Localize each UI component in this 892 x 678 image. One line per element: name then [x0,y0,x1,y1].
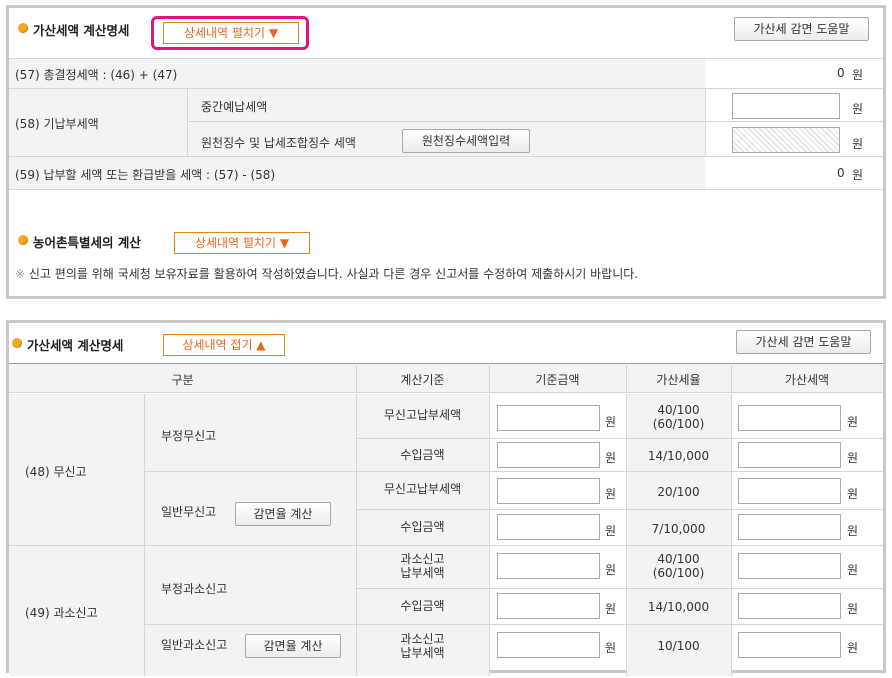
basis-cell: 무신고납부세액 [383,482,462,496]
penalty-amount-input[interactable] [738,442,841,468]
collapse-details-button[interactable]: 상세내역 접기 ▲ [163,334,285,356]
bullet-icon [18,23,28,33]
basis-cell: 수입금액 [400,520,445,534]
basis-cell: 수입금액 [400,448,445,462]
basis-cell: 수입금액 [400,599,445,613]
rural-tax-title: 농어촌특별세의 계산 [33,235,141,250]
header-penalty-amount: 가산세액 [784,373,830,387]
bullet-icon [18,235,28,245]
section-title: 가산세액 계산명세 [27,338,124,353]
withholding-tax-input-button[interactable]: 원천징수세액입력 [402,129,530,153]
general-no-report-label: 일반무신고 [161,505,217,519]
group-49-label: (49) 과소신고 [25,606,98,620]
won-unit: 원 [605,602,617,616]
bullet-icon [12,338,22,348]
base-amount-input[interactable] [497,478,600,504]
row-59-value: 0 [837,166,845,180]
won-unit: 원 [605,641,617,655]
base-amount-input[interactable] [497,593,600,619]
rate-cell: 10/100 [657,639,700,653]
header-basis: 계산기준 [400,373,445,387]
won-unit: 원 [847,415,859,429]
row-57: (57) 총결정세액 : (46) + (47) 0 원 [9,58,883,88]
won-unit: 원 [852,137,864,151]
won-unit: 원 [847,451,859,465]
penalty-reduction-help-button[interactable]: 가산세 감면 도움말 [736,330,871,354]
won-unit: 원 [847,524,859,538]
withholding-tax-field-disabled [732,127,840,153]
reduction-rate-button[interactable]: 감면율 계산 [235,502,331,526]
interim-tax-label: 중간예납세액 [201,100,268,114]
penalty-reduction-help-button[interactable]: 가산세 감면 도움말 [734,17,869,41]
won-unit: 원 [852,68,864,82]
rural-expand-details-button[interactable]: 상세내역 펼치기 ▼ [174,232,310,254]
rate-cell: 7/10,000 [651,522,706,536]
won-unit: 원 [847,487,859,501]
fraud-under-report-label: 부정과소신고 [161,582,228,596]
won-unit: 원 [605,415,617,429]
won-unit: 원 [852,102,864,116]
base-amount-input[interactable] [497,553,600,579]
won-unit: 원 [605,563,617,577]
header-category: 구분 [171,373,194,387]
penalty-tax-summary-panel: 가산세액 계산명세 상세내역 펼치기 ▼ 가산세 감면 도움말 (57) 총결정… [6,5,886,299]
section-title: 가산세액 계산명세 [33,23,130,38]
base-amount-input[interactable] [497,632,600,658]
won-unit: 원 [847,641,859,655]
row-57-label: (57) 총결정세액 : (46) + (47) [15,68,178,82]
basis-cell: 과소신고 납부세액 [400,552,445,580]
rate-cell: 40/100 (60/100) [652,552,705,580]
won-unit: 원 [847,602,859,616]
won-unit: 원 [847,563,859,577]
panel-header: 가산세액 계산명세 상세내역 접기 ▲ 가산세 감면 도움말 [9,323,883,363]
row-58-label: (58) 기납부세액 [15,117,99,131]
basis-cell: 무신고납부세액 [383,408,462,422]
row-58: (58) 기납부세액 중간예납세액 원 원천징수 및 납세조합징수 세액 원천징… [9,88,883,157]
withholding-tax-label: 원천징수 및 납세조합징수 세액 [201,136,356,150]
penalty-tax-detail-panel: 가산세액 계산명세 상세내역 접기 ▲ 가산세 감면 도움말 구분 계산기준 기… [6,320,886,676]
base-amount-input[interactable] [497,514,600,540]
penalty-amount-input[interactable] [738,514,841,540]
base-amount-input[interactable] [497,442,600,468]
penalty-amount-input[interactable] [738,405,841,431]
expand-details-button[interactable]: 상세내역 펼치기 ▼ [163,22,299,44]
basis-cell: 과소신고 납부세액 [400,632,445,660]
header-rate: 가산세율 [656,373,701,387]
won-unit: 원 [605,487,617,501]
row-59: (59) 납부할 세액 또는 환급받을 세액 : (57) - (58) 0 원 [9,156,883,190]
interim-tax-input[interactable] [732,93,840,119]
penalty-amount-input[interactable] [738,478,841,504]
penalty-amount-input[interactable] [738,593,841,619]
panel-header: 가산세액 계산명세 상세내역 펼치기 ▼ 가산세 감면 도움말 [9,8,883,50]
penalty-amount-input[interactable] [738,632,841,658]
fraud-no-report-label: 부정무신고 [161,429,217,443]
rate-cell: 20/100 [657,485,700,499]
won-unit: 원 [605,451,617,465]
row-59-label: (59) 납부할 세액 또는 환급받을 세액 : (57) - (58) [15,168,276,182]
row-57-value: 0 [837,66,845,80]
won-unit: 원 [852,168,864,182]
rate-cell: 14/10,000 [647,449,710,463]
base-amount-input[interactable] [497,405,600,431]
notice-message: 신고 편의를 위해 국세청 보유자료를 활용하여 작성하였습니다. 사실과 다른… [28,267,639,281]
penalty-amount-input[interactable] [738,553,841,579]
won-unit: 원 [605,524,617,538]
general-under-report-label: 일반과소신고 [161,638,228,652]
reduction-rate-button[interactable]: 감면율 계산 [245,634,341,658]
rate-cell: 40/100 (60/100) [652,403,705,431]
group-48-label: (48) 무신고 [25,465,87,479]
note-mark: ※ [15,267,26,281]
rate-cell: 14/10,000 [647,600,710,614]
header-base-amount: 기준금액 [535,373,580,387]
notice-text: ※ 신고 편의를 위해 국세청 보유자료를 활용하여 작성하였습니다. 사실과 … [15,265,638,282]
